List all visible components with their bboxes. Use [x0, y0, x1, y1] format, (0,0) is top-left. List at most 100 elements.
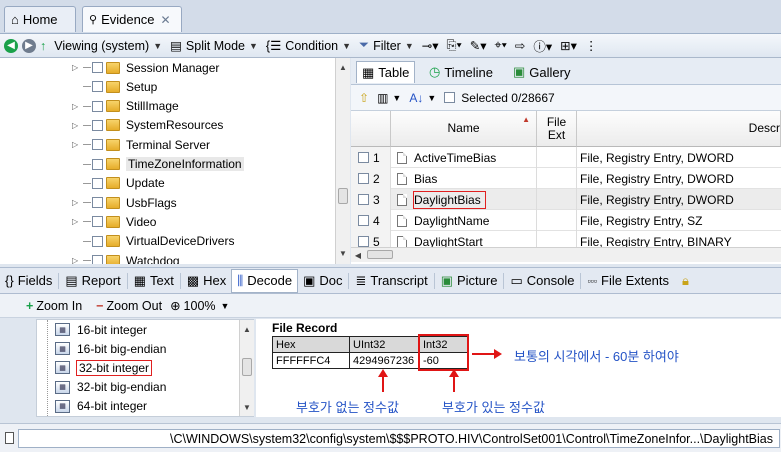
grid-header-name[interactable]: Name ▲ [391, 111, 537, 147]
name-cell[interactable]: DaylightName [391, 210, 537, 231]
close-icon[interactable]: ✕ [161, 13, 171, 27]
chevron-down-icon[interactable]: ▼ [427, 93, 436, 103]
expand-arrow-icon[interactable]: ▷ [72, 63, 81, 72]
expand-arrow-icon[interactable]: ▷ [72, 256, 81, 264]
tree-item[interactable]: ▷ Terminal Server [72, 135, 210, 154]
name-cell[interactable]: Bias [391, 168, 537, 189]
tree-item-checkbox[interactable] [92, 62, 103, 73]
decode-list-item[interactable]: ▦ 16-bit big-endian [55, 339, 166, 358]
next-icon[interactable]: ⇨ [515, 38, 525, 53]
tree-item[interactable]: ▷ Video [72, 212, 156, 231]
scroll-up-icon[interactable]: ▲ [336, 60, 350, 74]
tree-item[interactable]: ▷ SystemResources [72, 116, 223, 135]
split-mode-dropdown[interactable]: ▤ Split Mode ▼ [170, 38, 258, 54]
zoom-in-button[interactable]: + Zoom In [26, 299, 82, 313]
zoom-out-button[interactable]: − Zoom Out [96, 299, 162, 313]
tree-item-checkbox[interactable] [92, 119, 103, 131]
table-row[interactable]: 1 ActiveTimeBias File, Registry Entry, DWO… [351, 147, 781, 168]
tree-item-checkbox[interactable] [92, 139, 103, 151]
scroll-up-icon[interactable]: ▲ [240, 322, 254, 336]
tree-item-checkbox[interactable] [92, 177, 103, 189]
decode-list-item[interactable]: ▦ 32-bit big-endian [55, 378, 166, 397]
tree-item-checkbox[interactable] [92, 81, 103, 93]
tree-item[interactable]: Setup [72, 77, 157, 96]
filter-dropdown[interactable]: ⏷ Filter ▼ [359, 38, 414, 53]
scroll-down-icon[interactable]: ▼ [240, 400, 254, 414]
grid-header-description[interactable]: Descr [577, 111, 781, 147]
tab-evidence[interactable]: ⚲ Evidence ✕ [82, 6, 182, 32]
row-checkbox[interactable] [358, 173, 369, 184]
tree-item[interactable]: ▷ UsbFlags [72, 193, 177, 212]
tab-text[interactable]: ▦ Text [129, 269, 179, 293]
tree-item[interactable]: ▷ StillImage [72, 97, 179, 116]
sort-az-icon[interactable]: A↓ [409, 91, 423, 105]
sort-up-icon[interactable]: ⇧ [359, 91, 369, 105]
tab-table[interactable]: ▦ Table [356, 61, 416, 83]
tab-fields[interactable]: {} Fields [0, 269, 57, 293]
tab-decode[interactable]: ⫼ Decode [231, 268, 299, 293]
scrollbar-thumb[interactable] [242, 358, 252, 376]
up-icon[interactable]: ↑ [40, 39, 46, 53]
highlight-icon[interactable]: ✎▾ [470, 38, 487, 53]
horizontal-scrollbar[interactable]: ◀ [351, 247, 781, 262]
tab-file-extents[interactable]: ▫▫▫ File Extents [582, 269, 674, 293]
decode-list-item[interactable]: ▦ 32-bit integer [55, 358, 153, 377]
info-icon[interactable]: ⓘ▾ [533, 36, 552, 55]
tree-item-checkbox[interactable] [92, 235, 103, 247]
tree-icon[interactable]: ⊞▾ [560, 38, 577, 53]
scrollbar-thumb[interactable] [367, 250, 393, 259]
expand-arrow-icon[interactable]: ▷ [72, 217, 81, 226]
tree-item[interactable]: TimeZoneInformation [72, 155, 244, 174]
path-field[interactable]: \C\WINDOWS\system32\config\system\$$$PRO… [18, 429, 780, 448]
decode-list-item[interactable]: ▦ 64-bit integer [55, 397, 147, 416]
viewing-dropdown[interactable]: Viewing (system) ▼ [54, 39, 162, 53]
row-select-cell[interactable]: 1 [351, 147, 391, 168]
table-row[interactable]: 3 DaylightBias File, Registry Entry, DWORD [351, 189, 781, 210]
row-checkbox[interactable] [358, 194, 369, 205]
tree-item-checkbox[interactable] [92, 100, 103, 112]
back-icon[interactable]: ◀ [4, 38, 18, 53]
export-icon[interactable]: ⎘▾ [447, 38, 462, 53]
bookmark-icon[interactable]: ⌖▾ [495, 38, 507, 53]
scroll-down-icon[interactable]: ▼ [336, 246, 350, 260]
name-cell[interactable]: DaylightBias [391, 189, 537, 210]
table-row[interactable]: 4 DaylightName File, Registry Entry, SZ [351, 210, 781, 231]
more-icon[interactable]: ⋮ [585, 38, 598, 53]
grid-header-file-ext[interactable]: File Ext [537, 111, 577, 147]
tab-picture[interactable]: ▣ Picture [436, 269, 503, 293]
scroll-left-icon[interactable]: ◀ [351, 248, 365, 262]
expand-arrow-icon[interactable]: ▷ [72, 102, 81, 111]
tree-item-checkbox[interactable] [92, 197, 103, 209]
tab-console[interactable]: ▭ Console [505, 269, 579, 293]
decode-list-item[interactable]: ▦ 16-bit integer [55, 320, 147, 339]
tab-doc[interactable]: ▣ Doc [298, 269, 347, 293]
tab-gallery[interactable]: ▣ Gallery [508, 61, 575, 83]
row-checkbox[interactable] [358, 236, 369, 247]
select-all-checkbox[interactable] [444, 92, 456, 103]
row-select-cell[interactable]: 3 [351, 189, 391, 210]
tab-home[interactable]: ⌂ Home [4, 6, 76, 32]
chevron-down-icon[interactable]: ▼ [392, 93, 401, 103]
tree-item-checkbox[interactable] [92, 216, 103, 228]
tab-report[interactable]: ▤ Report [60, 269, 125, 293]
zoom-level-dropdown[interactable]: ⊕ 100% ▼ [170, 298, 229, 314]
table-row[interactable]: 2 Bias File, Registry Entry, DWORD [351, 168, 781, 189]
tree-item[interactable]: ▷ Watchdog [72, 251, 180, 264]
tree-scrollbar[interactable]: ▲ ▼ [335, 58, 350, 264]
lock-icon[interactable]: 🔒︎ [682, 273, 689, 289]
tree-item-checkbox[interactable] [92, 158, 103, 170]
tab-hex[interactable]: ▩ Hex [182, 269, 231, 293]
expand-arrow-icon[interactable]: ▷ [72, 198, 81, 207]
forward-icon[interactable]: ▶ [22, 38, 36, 53]
columns-icon[interactable]: ▥ [377, 91, 388, 105]
expand-arrow-icon[interactable]: ▷ [72, 140, 81, 149]
tab-timeline[interactable]: ◷ Timeline [424, 61, 498, 83]
row-select-cell[interactable]: 2 [351, 168, 391, 189]
scrollbar-thumb[interactable] [338, 188, 348, 204]
name-cell[interactable]: ActiveTimeBias [391, 147, 537, 168]
tab-transcript[interactable]: ≣ Transcript [350, 269, 432, 293]
tree-item[interactable]: Update [72, 174, 165, 193]
row-checkbox[interactable] [358, 152, 369, 163]
tree-item-checkbox[interactable] [92, 255, 103, 264]
decode-list-scrollbar[interactable]: ▲ ▼ [239, 320, 254, 416]
